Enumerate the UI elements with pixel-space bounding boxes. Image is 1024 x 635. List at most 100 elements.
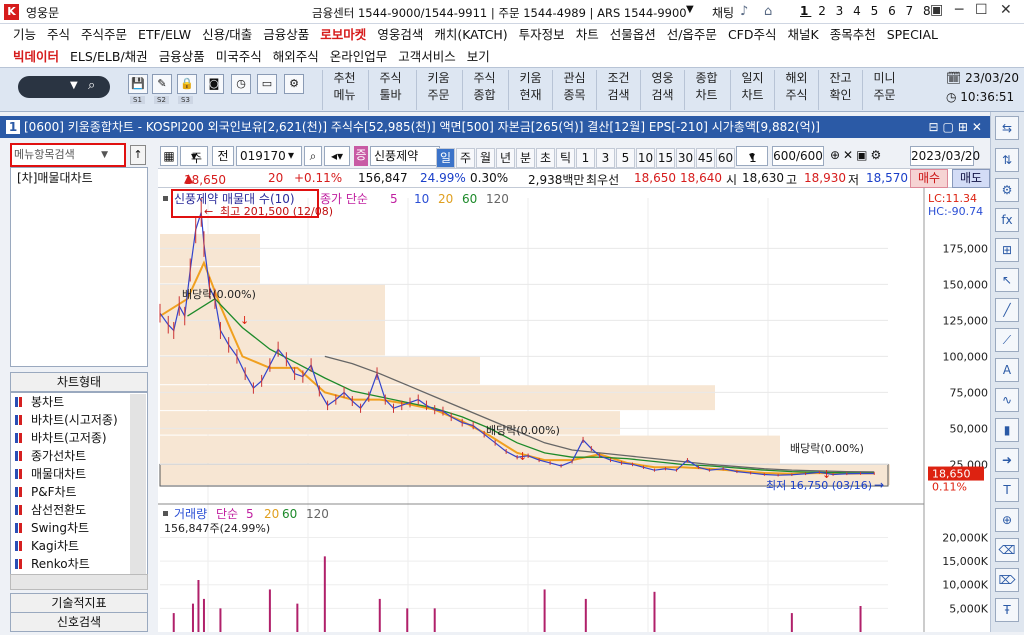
menu-item[interactable]: 투자정보 (519, 24, 565, 46)
s1-tab[interactable]: S1 (130, 96, 145, 104)
toolbar-button[interactable]: 일지 차트 (730, 70, 774, 110)
clock-icon[interactable]: ◷ (231, 74, 251, 94)
interval-button[interactable]: 5 (616, 148, 635, 168)
timeframe-button[interactable]: 주 (456, 148, 475, 168)
cursor-icon[interactable]: ↖ (995, 268, 1019, 292)
line-icon[interactable]: ╱ (995, 298, 1019, 322)
chart-type-item[interactable]: Kagi차트 (11, 537, 147, 555)
chart-type-header[interactable]: 차트형태 (10, 372, 148, 392)
jeon-select[interactable]: 전 (212, 146, 234, 166)
menu-item[interactable]: 고객서비스 (398, 46, 456, 68)
timeframe-button[interactable]: 분 (516, 148, 535, 168)
menu-item[interactable]: SPECIAL (887, 24, 938, 46)
trend-line-icon[interactable]: ⟋ (995, 328, 1019, 352)
interval-button[interactable]: 15 (656, 148, 675, 168)
menu-item[interactable]: 영웅검색 (377, 24, 423, 46)
chart-type-item[interactable]: 바차트(시고저종) (11, 411, 147, 429)
timeframe-button[interactable]: 년 (496, 148, 515, 168)
interval-button[interactable]: 1 (576, 148, 595, 168)
window-controls[interactable]: ⊟▢⊞✕ (924, 116, 986, 138)
timeframe-button[interactable]: 초 (536, 148, 555, 168)
menu-item[interactable]: 주식주문 (81, 24, 127, 46)
chart-type-item[interactable]: Swing차트 (11, 519, 147, 537)
chevron-down-icon[interactable]: ▼ (101, 145, 108, 165)
minimize-button[interactable]: ─ (955, 2, 963, 18)
menu-item[interactable]: 신용/대출 (202, 24, 252, 46)
timeframe-button[interactable]: 틱 (556, 148, 575, 168)
gear-icon[interactable]: ⚙ (284, 74, 304, 94)
toolbar-button[interactable]: 종합 차트 (684, 70, 728, 110)
toolbar-button[interactable]: 영웅 검색 (640, 70, 684, 110)
brush-icon[interactable]: ✎ (152, 74, 172, 94)
search-icon[interactable]: ⌕ (88, 78, 95, 93)
menu-item[interactable]: 금융상품 (159, 46, 205, 68)
arrow-icon[interactable]: ➜ (995, 448, 1019, 472)
technical-indicator-button[interactable]: 기술적지표 (10, 593, 148, 613)
chevron-down-icon[interactable]: ▼ (70, 80, 78, 91)
bell-icon[interactable]: ♪ (740, 4, 748, 19)
chart-add-icon[interactable]: ⊞ (995, 238, 1019, 262)
chevron-down-icon[interactable]: ▼ (686, 4, 694, 15)
chart-type-item[interactable]: 바차트(고저종) (11, 429, 147, 447)
eraser-icon[interactable]: ⌫ (995, 538, 1019, 562)
monitor-icon[interactable]: ▭ (257, 74, 277, 94)
close-button[interactable]: ✕ (1000, 2, 1012, 18)
candle-icon[interactable]: ▮ (995, 418, 1019, 442)
chart-layout-icon[interactable]: ▦ (160, 146, 178, 166)
page-selector[interactable]: 1 2 3 4 5 6 7 8 (800, 4, 934, 18)
toolbar-button[interactable]: 키움 현재 (508, 70, 552, 110)
interval-button[interactable]: 30 (676, 148, 695, 168)
menu-item[interactable]: 선물옵션 (610, 24, 656, 46)
menu-item[interactable]: 미국주식 (216, 46, 262, 68)
chart-type-item[interactable]: 삼선전환도 (11, 501, 147, 519)
data-count-input[interactable]: 600/600 (772, 146, 824, 166)
menu-item[interactable]: 빅데이터 (13, 46, 59, 68)
menu-item[interactable]: 차트 (576, 24, 599, 46)
menu-item[interactable]: 온라인업무 (330, 46, 388, 68)
toolbar-button[interactable]: 주식 종합 (462, 70, 506, 110)
stock-search-combo[interactable]: ▼ ⌕ (18, 76, 110, 98)
menu-item[interactable]: 기능 (13, 24, 36, 46)
sync-icon[interactable]: ⇆ (995, 116, 1019, 140)
exchange-icon[interactable]: ⇅ (995, 148, 1019, 172)
menu-item[interactable]: 해외주식 (273, 46, 319, 68)
interval-select[interactable]: 1 ▾ (736, 146, 768, 166)
toolbar-button[interactable]: 키움 주문 (416, 70, 460, 110)
search-icon[interactable]: ⌕ (304, 146, 322, 166)
toolbar-button[interactable]: 잔고 확인 (818, 70, 862, 110)
menu-item[interactable]: ELS/ELB/채권 (70, 46, 148, 68)
timeframe-button[interactable]: 일 (436, 148, 455, 168)
toolbar-button[interactable]: 추천 메뉴 (322, 70, 366, 110)
speaker-icon[interactable]: ◂▾ (324, 146, 350, 166)
toolbar-button[interactable]: 관심 종목 (552, 70, 596, 110)
chevron-down-icon[interactable]: ▾ (288, 146, 294, 166)
formula-icon[interactable]: fx (995, 208, 1019, 232)
toolbar-button[interactable]: 해외 주식 (774, 70, 818, 110)
list-item[interactable]: [차]매물대차트 (11, 168, 147, 187)
chat-button[interactable]: 채팅 (712, 4, 734, 21)
menu-item[interactable]: 채널K (787, 24, 818, 46)
save-icon[interactable]: 💾 (128, 74, 148, 94)
scrollbar[interactable] (130, 394, 146, 574)
text-icon[interactable]: T (995, 478, 1019, 502)
auto-icon[interactable]: A (995, 358, 1019, 382)
settings-icon[interactable]: ⚙ (995, 178, 1019, 202)
chart-type-item[interactable]: 종가선차트 (11, 447, 147, 465)
menu-item[interactable]: ETF/ELW (138, 24, 191, 46)
menu-item[interactable]: 로보마켓 (320, 24, 366, 46)
s2-tab[interactable]: S2 (154, 96, 169, 104)
menu-item[interactable]: 보기 (467, 46, 490, 68)
period-select[interactable]: 주 ▾ (180, 146, 208, 166)
text-tool-icon[interactable]: Ŧ (995, 598, 1019, 622)
wave-icon[interactable]: ∿ (995, 388, 1019, 412)
timeframe-button[interactable]: 월 (476, 148, 495, 168)
buy-button[interactable]: 매수 (910, 169, 948, 188)
menu-item[interactable]: 선/옵주문 (667, 24, 717, 46)
price-chart-area[interactable]: 175,000 150,000 125,000 100,000 75,000 50,000… (158, 188, 990, 632)
screen-icon[interactable]: ▣ (930, 2, 943, 18)
chart-type-item[interactable]: Renko차트 (11, 555, 147, 573)
toolbar-button[interactable]: 조건 검색 (596, 70, 640, 110)
sell-button[interactable]: 매도 (952, 169, 990, 188)
interval-button[interactable]: 60 (716, 148, 735, 168)
chart-tools-icons[interactable]: ⊕✕▣⚙ (830, 146, 884, 166)
